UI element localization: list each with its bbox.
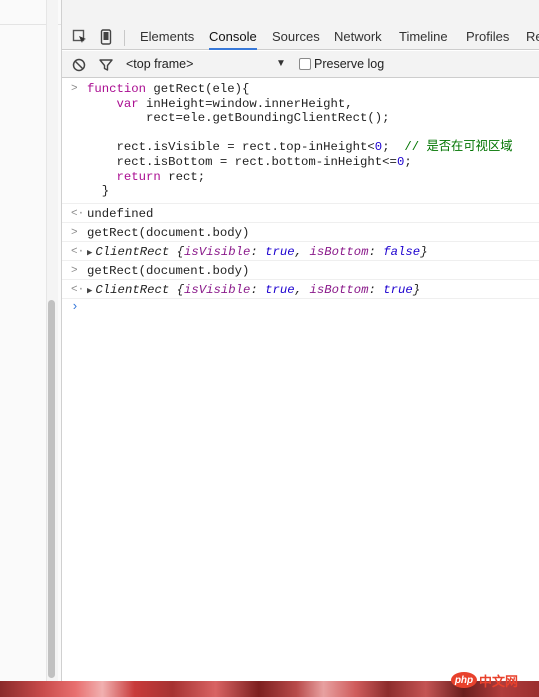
expand-triangle-icon[interactable]: ▶ [87, 286, 92, 296]
prompt-caret-icon: › [71, 299, 79, 314]
clear-console-icon[interactable] [71, 57, 87, 73]
code-line: function getRect(ele){ [87, 82, 513, 97]
tab-elements[interactable]: Elements [140, 29, 194, 50]
tab-resources[interactable]: Re [526, 29, 539, 50]
object-preview[interactable]: ▶ ClientRect {isVisible: true, isBottom: … [87, 283, 420, 299]
tab-timeline[interactable]: Timeline [399, 29, 448, 50]
page-scrollbar-thumb[interactable] [48, 300, 55, 678]
tab-profiles[interactable]: Profiles [466, 29, 509, 50]
code-token: ; [404, 154, 412, 169]
tab-network[interactable]: Network [334, 29, 382, 50]
code-token: function [87, 82, 147, 96]
code-token: rect.isVisible = rect.top-inHeight< [87, 140, 375, 155]
input-prompt-icon: > [71, 265, 78, 277]
watermark-logo: php [451, 672, 477, 688]
frame-selector[interactable]: <top frame> [126, 57, 193, 71]
code-token: // 是否在可视区域 [404, 140, 513, 155]
code-line: return rect; [87, 170, 513, 185]
code-token: rect; [160, 169, 206, 184]
input-prompt-icon: > [71, 227, 78, 239]
page-viewport [0, 0, 62, 681]
result-prompt-icon: <· [71, 208, 85, 220]
code-line: rect.isBottom = rect.bottom-inHeight<=0; [87, 155, 513, 170]
tab-console[interactable]: Console [209, 29, 257, 50]
preserve-log-label[interactable]: Preserve log [314, 57, 384, 71]
inspect-element-icon[interactable] [71, 28, 89, 46]
console-input-row: > function getRect(ele){ var inHeight=wi… [62, 79, 539, 204]
console-input-row: > getRect(document.body) [62, 223, 539, 242]
expand-triangle-icon[interactable]: ▶ [87, 248, 92, 258]
chevron-down-icon[interactable]: ▼ [276, 58, 286, 69]
code-token: } [87, 184, 110, 199]
console-output[interactable]: > function getRect(ele){ var inHeight=wi… [62, 79, 539, 681]
tab-sources[interactable]: Sources [272, 29, 320, 50]
code-token: ; [382, 140, 405, 155]
console-result-row[interactable]: <· ▶ ClientRect {isVisible: true, isBotto… [62, 280, 539, 299]
code-line: rect.isVisible = rect.top-inHeight<0; //… [87, 140, 513, 155]
input-prompt-icon: > [71, 83, 78, 95]
site-watermark: php 中文网 [451, 669, 518, 691]
code-token: return [116, 169, 161, 184]
toolbar-separator [124, 30, 125, 46]
console-result-row[interactable]: <· ▶ ClientRect {isVisible: true, isBotto… [62, 242, 539, 261]
filter-icon[interactable] [98, 57, 114, 73]
code-block: function getRect(ele){ var inHeight=wind… [87, 82, 513, 199]
console-input-row: > getRect(document.body) [62, 261, 539, 280]
result-prompt-icon: <· [71, 246, 85, 258]
object-preview[interactable]: ▶ ClientRect {isVisible: true, isBottom: … [87, 245, 428, 261]
input-expression: getRect(document.body) [87, 264, 250, 278]
code-token: var [116, 96, 139, 111]
console-prompt-row[interactable]: › [62, 299, 539, 318]
devtools-tabbar: Elements Console Sources Network Timelin… [62, 0, 539, 50]
code-token: inHeight=window.innerHeight, [138, 96, 353, 111]
device-mode-icon[interactable] [97, 28, 115, 46]
result-prompt-icon: <· [71, 284, 85, 296]
devtools-panel: Elements Console Sources Network Timelin… [62, 0, 539, 681]
code-line: rect=ele.getBoundingClientRect(); [87, 111, 513, 126]
result-value: undefined [87, 207, 154, 221]
console-result-row: <· undefined [62, 204, 539, 223]
preserve-log-checkbox[interactable] [299, 58, 311, 70]
code-line: var inHeight=window.innerHeight, [87, 97, 513, 112]
input-expression: getRect(document.body) [87, 226, 250, 240]
code-token: rect.isBottom = rect.bottom-inHeight<= [87, 154, 397, 169]
watermark-text: 中文网 [479, 673, 519, 689]
code-line: } [87, 184, 513, 199]
code-token: getRect(ele){ [146, 82, 250, 96]
console-toolbar: <top frame> ▼ Preserve log [62, 51, 539, 78]
code-token: rect=ele.getBoundingClientRect(); [87, 111, 390, 126]
